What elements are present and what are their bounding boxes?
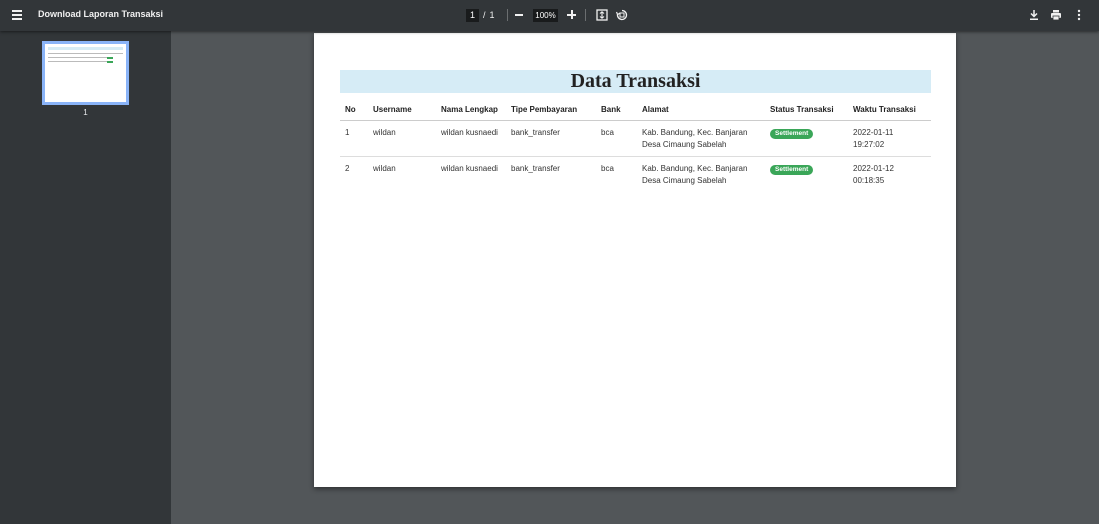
cell-no: 1 [340, 120, 368, 157]
cell-tipe-pembayaran: bank_transfer [506, 120, 596, 157]
transactions-table: No Username Nama Lengkap Tipe Pembayaran… [340, 100, 931, 192]
status-badge: Settlement [770, 128, 814, 139]
thumbnail-badge [107, 61, 113, 63]
column-header-nama-lengkap: Nama Lengkap [436, 100, 506, 121]
cell-status: Settlement [765, 156, 848, 192]
cell-bank: bca [596, 120, 637, 157]
column-header-username: Username [368, 100, 436, 121]
column-header-bank: Bank [596, 100, 637, 121]
cell-no: 2 [345, 163, 350, 173]
zoom-out-button[interactable] [515, 14, 523, 16]
cell-alamat: Kab. Bandung, Kec. Banjaran Desa Cimaung… [637, 120, 765, 157]
column-header-tipe-pembayaran: Tipe Pembayaran [506, 100, 596, 121]
rotate-icon[interactable] [616, 9, 628, 21]
thumbnail-sidebar: 1 [0, 31, 171, 524]
cell-username: wildan [368, 120, 436, 157]
cell-alamat: Kab. Bandung, Kec. Banjaran Desa Cimaung… [637, 156, 765, 192]
page-separator: / [483, 10, 486, 20]
cell-tipe-pembayaran: bank_transfer [511, 163, 560, 173]
thumbnail-line [48, 57, 108, 58]
cell-username: wildan [373, 163, 396, 173]
column-header-status: Status Transaksi [765, 100, 848, 121]
document-title: Download Laporan Transaksi [38, 9, 164, 19]
thumbnail-line [48, 53, 123, 54]
document-viewer[interactable]: Data Transaksi No Username Nama Lengkap … [171, 31, 1099, 524]
hamburger-menu-icon[interactable] [10, 8, 26, 22]
thumbnail-line [48, 61, 108, 62]
zoom-in-button[interactable] [566, 9, 577, 20]
column-header-waktu: Waktu Transaksi [848, 100, 931, 121]
waktu-time: 19:27:02 [853, 139, 885, 149]
cell-bank: bca [601, 163, 614, 173]
status-badge: Settlement [770, 164, 814, 175]
zoom-level-input[interactable]: 100% [533, 9, 558, 22]
toolbar-divider [585, 9, 586, 21]
thumbnail-badge [107, 57, 113, 59]
waktu-date: 2022-01-12 [853, 163, 894, 173]
cell-nama-lengkap: wildan kusnaedi [436, 120, 506, 157]
alamat-line: Kab. Bandung, Kec. Banjaran [642, 127, 748, 137]
thumbnail-page-number: 1 [83, 108, 88, 117]
table-header-row: No Username Nama Lengkap Tipe Pembayaran… [340, 100, 931, 121]
waktu-date: 2022-01-11 [853, 127, 894, 137]
cell-waktu: 2022-01-12 00:18:35 [848, 156, 931, 192]
alamat-line: Kab. Bandung, Kec. Banjaran [642, 163, 748, 173]
column-header-alamat: Alamat [637, 100, 765, 121]
cell-waktu: 2022-01-11 19:27:02 [848, 120, 931, 157]
cell-status: Settlement [765, 120, 848, 157]
alamat-line: Desa Cimaung Sabelah [642, 139, 727, 149]
column-header-no: No [340, 100, 368, 121]
page-indicator: 1 / 1 [466, 8, 495, 22]
pdf-toolbar: Download Laporan Transaksi 1 / 1 100% [0, 0, 1099, 31]
alamat-line: Desa Cimaung Sabelah [642, 175, 727, 185]
download-icon[interactable] [1028, 9, 1040, 21]
total-pages: 1 [489, 10, 495, 20]
page-thumbnail[interactable] [42, 41, 129, 105]
thumbnail-title-band [48, 47, 123, 50]
cell-nama-lengkap: wildan kusnaedi [441, 163, 498, 173]
more-vert-icon[interactable] [1074, 9, 1084, 21]
fit-to-page-icon[interactable] [596, 9, 608, 21]
pdf-page: Data Transaksi No Username Nama Lengkap … [314, 33, 956, 487]
current-page-input[interactable]: 1 [466, 8, 479, 22]
waktu-time: 00:18:35 [853, 175, 885, 185]
table-row: 1 wildan wildan kusnaedi bank_transfer b… [340, 120, 931, 157]
print-icon[interactable] [1050, 9, 1062, 21]
report-title: Data Transaksi [340, 70, 931, 93]
toolbar-divider [507, 9, 508, 21]
table-row: 2 wildan wildan kusnaedi bank_transfer b… [340, 156, 931, 192]
